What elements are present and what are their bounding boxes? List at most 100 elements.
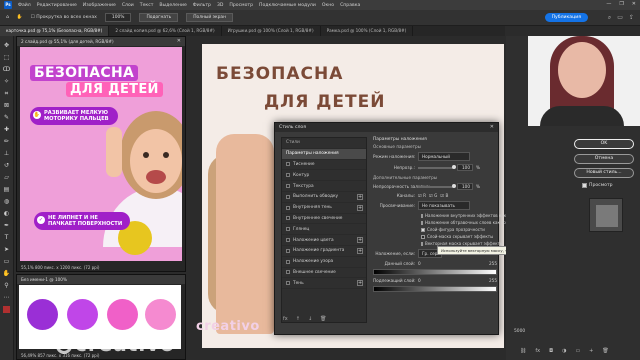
style-checkbox[interactable] — [286, 281, 290, 286]
frame-tool-icon[interactable]: ⊠ — [3, 102, 11, 109]
styles-header[interactable]: Стили — [282, 138, 366, 149]
eyedropper-icon[interactable]: ✎ — [3, 114, 11, 121]
menu-view[interactable]: Просмотр — [229, 3, 253, 8]
style-item[interactable]: Тень + — [282, 278, 366, 290]
fill-opacity-slider-knob[interactable] — [452, 183, 456, 188]
pen-tool-icon[interactable]: ✒ — [3, 222, 11, 229]
move-tool-icon[interactable]: ✥ — [3, 42, 11, 49]
trash-icon[interactable]: 🗑 — [320, 316, 326, 322]
style-item[interactable]: Внешнее свечение — [282, 268, 366, 279]
checkbox-box[interactable] — [421, 241, 423, 246]
menu-3d[interactable]: 3D — [217, 3, 223, 8]
menu-filter[interactable]: Фильтр — [193, 3, 211, 8]
style-item[interactable]: Внутренняя тень + — [282, 203, 366, 214]
style-checkbox[interactable] — [286, 216, 290, 221]
link-icon[interactable]: ⛓ — [520, 348, 526, 354]
tab-frame[interactable]: Рамка.psd @ 100% (Слой 1, RGB/8#) — [321, 26, 414, 36]
style-item[interactable]: Контур — [282, 170, 366, 182]
close-icon[interactable]: ✕ — [177, 38, 181, 44]
style-item[interactable]: Наложение градиента + — [282, 246, 366, 257]
magic-wand-icon[interactable]: ✧ — [3, 78, 11, 85]
opacity-slider[interactable] — [418, 164, 456, 169]
style-item[interactable]: Параметры наложения — [282, 148, 366, 160]
menu-edit[interactable]: Редактирование — [37, 3, 77, 8]
tab-toys[interactable]: Игрушки.psd @ 100% (Слой 1, RGB/8#) — [222, 26, 321, 36]
color-swatch-icon[interactable] — [3, 306, 10, 313]
style-item[interactable]: Наложение узора — [282, 257, 366, 268]
hand-tool-icon[interactable]: ✋ — [17, 15, 23, 20]
dodge-tool-icon[interactable]: ◐ — [3, 210, 11, 217]
channel-g-checkbox[interactable]: ☑ G — [429, 193, 437, 198]
fill-opacity-input[interactable]: 100 — [457, 183, 473, 190]
fx-icon[interactable]: fx — [283, 316, 288, 322]
advanced-option-checkbox[interactable]: Наложение внутренних эффектов как группы — [421, 213, 523, 218]
fill-opacity-slider[interactable] — [418, 183, 456, 188]
share-icon[interactable]: ⇪ — [629, 14, 634, 22]
tab-slide2-copy[interactable]: 2 слайд копия.psd @ 62,6% (Слой 1, RGB/8… — [109, 26, 222, 36]
home-icon[interactable]: ⌂ — [6, 15, 9, 20]
publish-button[interactable]: Публикация — [544, 13, 588, 22]
delete-layer-icon[interactable]: 🗑 — [602, 348, 608, 354]
move-up-icon[interactable]: ↑ — [296, 316, 300, 322]
path-select-icon[interactable]: ➤ — [3, 246, 11, 253]
more-tools-icon[interactable]: ⋯ — [3, 294, 11, 301]
menu-window[interactable]: Окно — [322, 3, 334, 8]
adjustment-icon[interactable]: ◑ — [562, 348, 566, 354]
type-tool-icon[interactable]: T — [3, 234, 11, 241]
zoom-tool-icon[interactable]: ⚲ — [3, 282, 11, 289]
add-style-icon[interactable]: + — [357, 193, 363, 200]
crop-tool-icon[interactable]: ⌗ — [3, 90, 11, 97]
add-style-icon[interactable]: + — [357, 247, 363, 254]
add-style-icon[interactable]: + — [357, 204, 363, 211]
preview-checkbox[interactable]: Просмотр — [582, 183, 613, 188]
opacity-slider-knob[interactable] — [452, 164, 456, 169]
menu-file[interactable]: Файл — [18, 3, 31, 8]
floating-document-window[interactable]: 2 слайд.psd @ 55,1% (для детей, RGB/8#) … — [16, 36, 186, 272]
minimize-icon[interactable]: — — [606, 1, 611, 7]
style-item[interactable]: Наложение цвета + — [282, 235, 366, 246]
style-item[interactable]: Глянец — [282, 224, 366, 236]
lasso-tool-icon[interactable]: ↀ — [3, 66, 11, 73]
zoom-field[interactable]: 100% — [104, 13, 132, 22]
checkbox-box[interactable] — [421, 220, 423, 225]
new-layer-icon[interactable]: + — [589, 348, 593, 354]
blend-mode-select[interactable]: Нормальный — [418, 152, 470, 161]
advanced-option-checkbox[interactable]: Слой-фигура прозрачности — [421, 227, 497, 232]
knockout-select[interactable]: Не показывать — [418, 201, 470, 210]
menu-type[interactable]: Текст — [140, 3, 154, 8]
move-down-icon[interactable]: ↓ — [308, 316, 312, 322]
style-checkbox[interactable] — [286, 259, 290, 264]
advanced-option-checkbox[interactable]: Наложение обтравочных слоев как группы — [421, 220, 517, 225]
menu-help[interactable]: Справка — [340, 3, 360, 8]
healing-brush-icon[interactable]: ✚ — [3, 126, 11, 133]
brush-tool-icon[interactable]: ✏ — [3, 138, 11, 145]
style-item[interactable]: Выполнить обводку + — [282, 192, 366, 203]
preview-checkbox-box[interactable] — [582, 183, 587, 188]
stamp-tool-icon[interactable]: ⊥ — [3, 150, 11, 157]
advanced-option-checkbox[interactable]: Слой-маска скрывает эффекты — [421, 234, 497, 239]
shape-tool-icon[interactable]: ▭ — [3, 258, 11, 265]
search-icon[interactable]: ⌕ — [608, 14, 611, 22]
cancel-button[interactable]: Отмена — [574, 154, 634, 164]
ok-button[interactable]: OK — [574, 139, 634, 149]
style-checkbox[interactable] — [286, 205, 290, 210]
banner-canvas[interactable]: БЕЗОПАСНА ДЛЯ ДЕТЕЙ ✋ РАЗВИВАЕТ МЕЛКУЮ М… — [20, 47, 182, 261]
fill-screen-button[interactable]: Полный экран — [186, 13, 233, 22]
style-item[interactable]: Внутреннее свечение — [282, 214, 366, 225]
style-item[interactable]: Текстура — [282, 181, 366, 192]
opacity-input[interactable]: 100 — [457, 164, 473, 171]
menu-image[interactable]: Изображение — [83, 3, 116, 8]
add-style-icon[interactable]: + — [357, 237, 363, 244]
channel-b-checkbox[interactable]: ☑ B — [440, 193, 448, 198]
menu-select[interactable]: Выделение — [159, 3, 186, 8]
style-item[interactable]: Тиснение — [282, 160, 366, 171]
folder-icon[interactable]: ▭ — [575, 348, 580, 354]
gradient-tool-icon[interactable]: ▤ — [3, 186, 11, 193]
scroll-all-checkbox[interactable]: ☐ Прокрутка во всех окнах — [31, 15, 97, 20]
checkbox-box[interactable] — [421, 213, 423, 218]
fx-layer-icon[interactable]: fx — [535, 348, 540, 354]
close-window-icon[interactable]: ✕ — [632, 1, 636, 7]
menu-layers[interactable]: Слои — [122, 3, 134, 8]
style-checkbox[interactable] — [286, 227, 290, 232]
menu-plugins[interactable]: Подключаемые модули — [259, 3, 316, 8]
